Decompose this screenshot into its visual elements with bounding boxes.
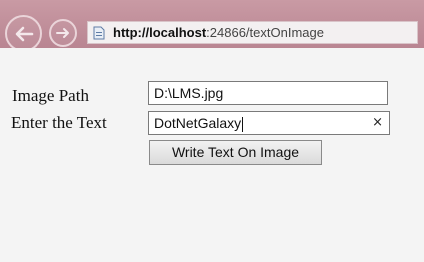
back-button[interactable] [5, 15, 42, 52]
text-caret [242, 116, 244, 132]
address-bar[interactable]: http://localhost:24866/textOnImage [87, 21, 418, 44]
page-content: Image Path D:\LMS.jpg Enter the Text Dot… [0, 48, 424, 262]
write-text-button[interactable]: Write Text On Image [149, 140, 322, 165]
text-input[interactable]: DotNetGalaxy × [148, 111, 390, 135]
browser-toolbar: http://localhost:24866/textOnImage [0, 0, 424, 52]
image-path-value: D:\LMS.jpg [154, 85, 224, 101]
browser-window: http://localhost:24866/textOnImage Image… [0, 0, 424, 262]
image-path-label: Image Path [12, 86, 89, 105]
arrow-left-icon [15, 26, 33, 41]
close-icon[interactable]: × [372, 112, 383, 134]
text-input-value: DotNetGalaxy [154, 115, 242, 131]
image-path-input[interactable]: D:\LMS.jpg [148, 81, 388, 105]
url-path: :24866/textOnImage [206, 25, 324, 40]
url-text: http://localhost:24866/textOnImage [113, 25, 324, 40]
url-host: http://localhost [113, 25, 207, 40]
page-icon [93, 26, 105, 40]
enter-text-label: Enter the Text [11, 113, 107, 132]
arrow-right-icon [56, 28, 69, 38]
forward-button[interactable] [49, 19, 77, 47]
